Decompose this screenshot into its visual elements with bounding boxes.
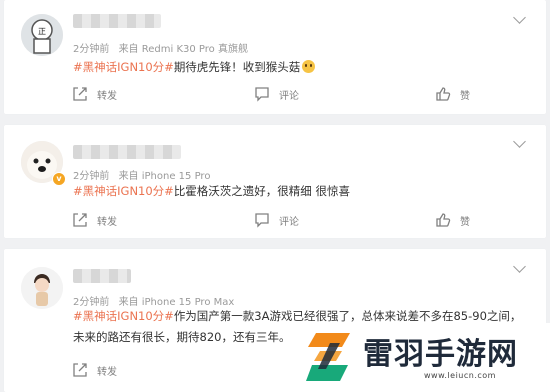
like-label: 赞 — [460, 90, 470, 102]
avatar-icon — [21, 267, 63, 309]
avatar-icon: 正 — [21, 14, 63, 56]
site-watermark: 雷羽手游网 www.leiucn.com — [300, 323, 550, 392]
like-icon — [436, 87, 451, 101]
post-text: #黑神话IGN10分#比霍格沃茨之遗好，很精细 很惊喜 — [73, 181, 528, 202]
username-blurred — [73, 269, 131, 283]
post-time: 2分钟前 — [73, 44, 110, 55]
watermark-url: www.leiucn.com — [424, 371, 496, 380]
chevron-down-icon[interactable] — [513, 135, 526, 148]
repost-button[interactable]: 转发 — [72, 362, 117, 378]
like-button[interactable]: 赞 — [435, 86, 470, 102]
repost-label: 转发 — [97, 216, 117, 228]
comment-icon — [255, 213, 269, 228]
comment-icon — [255, 87, 269, 102]
comment-button[interactable]: 评论 — [254, 212, 299, 228]
post-body-line2: 未来的路还有很长，期待820，还有三年。 — [73, 330, 291, 344]
watermark-title: 雷羽手游网 — [363, 337, 518, 372]
like-label: 赞 — [460, 216, 470, 228]
like-icon — [436, 213, 451, 227]
chevron-down-icon[interactable] — [513, 11, 526, 24]
hashtag-link[interactable]: #黑神话IGN10分# — [73, 184, 174, 198]
post-text: #黑神话IGN10分#期待虎先锋！收到猴头菇 — [73, 57, 528, 78]
username-blurred — [73, 145, 181, 159]
avatar[interactable]: 正 — [21, 14, 63, 56]
repost-icon — [73, 363, 87, 377]
repost-label: 转发 — [97, 90, 117, 102]
post-card: 正 2分钟前 来自 Redmi K30 Pro 真旗舰 #黑神话IGN10分#期… — [4, 0, 546, 114]
repost-button[interactable]: 转发 — [72, 86, 117, 102]
repost-icon — [73, 87, 87, 101]
verified-badge-icon: v — [52, 172, 66, 186]
svg-text:正: 正 — [38, 27, 46, 36]
post-actions: 转发 评论 赞 — [4, 86, 546, 110]
like-button[interactable]: 赞 — [435, 212, 470, 228]
post-meta: 2分钟前 来自 Redmi K30 Pro 真旗舰 — [73, 40, 254, 55]
site-logo-icon — [306, 333, 350, 381]
repost-label: 转发 — [97, 366, 117, 378]
hashtag-link[interactable]: #黑神话IGN10分# — [73, 60, 174, 74]
post-source: 来自 Redmi K30 Pro 真旗舰 — [118, 44, 248, 55]
emoji-icon — [302, 60, 316, 73]
repost-icon — [73, 213, 87, 227]
comment-label: 评论 — [279, 216, 299, 228]
comment-label: 评论 — [279, 90, 299, 102]
post-actions: 转发 评论 赞 — [4, 212, 546, 236]
username-blurred — [73, 14, 161, 28]
repost-button[interactable]: 转发 — [72, 212, 117, 228]
post-body: 比霍格沃茨之遗好，很精细 很惊喜 — [173, 184, 350, 198]
post-card: v 2分钟前 来自 iPhone 15 Pro #黑神话IGN10分#比霍格沃茨… — [4, 125, 546, 238]
post-body: 期待虎先锋！收到猴头菇 — [173, 60, 301, 74]
post-meta: 2分钟前 来自 iPhone 15 Pro — [73, 167, 216, 182]
post-body: 作为国产第一款3A游戏已经很强了，总体来说差不多在85-90之间， — [173, 309, 522, 323]
chevron-down-icon[interactable] — [513, 260, 526, 273]
comment-button[interactable]: 评论 — [254, 86, 299, 102]
avatar[interactable] — [21, 267, 63, 309]
hashtag-link[interactable]: #黑神话IGN10分# — [73, 309, 174, 323]
